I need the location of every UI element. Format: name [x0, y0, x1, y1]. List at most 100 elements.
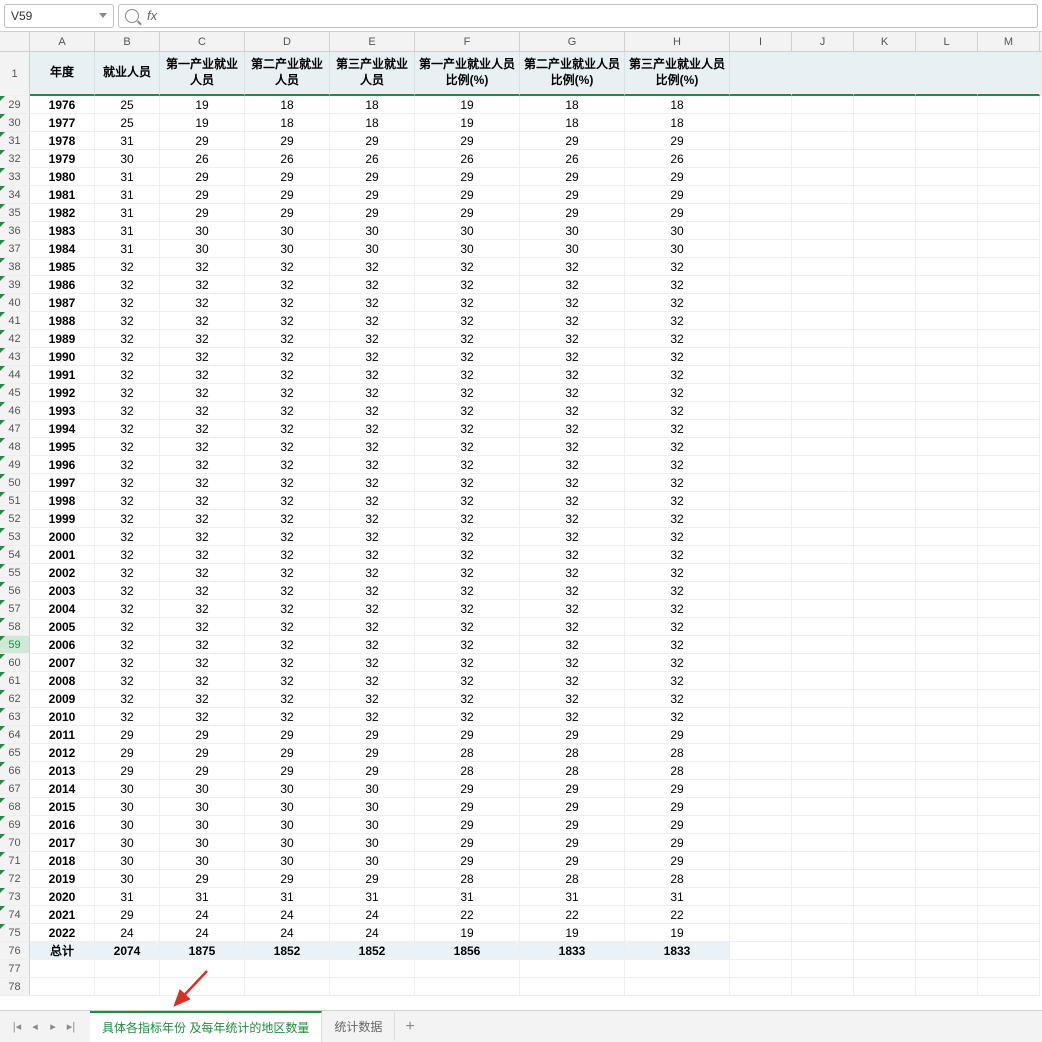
cell[interactable]: 32 — [330, 348, 415, 366]
cell[interactable]: 2021 — [30, 906, 95, 924]
cell[interactable]: 32 — [245, 258, 330, 276]
cell[interactable]: 32 — [160, 654, 245, 672]
cell[interactable]: 32 — [245, 654, 330, 672]
cell[interactable]: 32 — [330, 492, 415, 510]
cell[interactable]: 29 — [625, 834, 730, 852]
cell[interactable]: 29 — [330, 726, 415, 744]
cell[interactable]: 29 — [330, 870, 415, 888]
cell[interactable]: 28 — [625, 870, 730, 888]
cell[interactable]: 32 — [245, 438, 330, 456]
cell[interactable]: 25 — [95, 114, 160, 132]
cell[interactable]: 32 — [520, 618, 625, 636]
cell[interactable]: 29 — [330, 168, 415, 186]
cell[interactable]: 32 — [520, 636, 625, 654]
cell[interactable]: 32 — [160, 528, 245, 546]
row-header-75[interactable]: 75 — [0, 924, 30, 942]
cell[interactable]: 32 — [245, 366, 330, 384]
row-header-62[interactable]: 62 — [0, 690, 30, 708]
cell[interactable]: 2008 — [30, 672, 95, 690]
cell[interactable]: 32 — [245, 528, 330, 546]
cell[interactable]: 28 — [415, 762, 520, 780]
cell[interactable]: 29 — [415, 168, 520, 186]
cell[interactable]: 1990 — [30, 348, 95, 366]
cell[interactable]: 26 — [520, 150, 625, 168]
row-header-1[interactable]: 1 — [0, 52, 30, 96]
cell[interactable]: 30 — [95, 870, 160, 888]
cell[interactable]: 1985 — [30, 258, 95, 276]
column-header-L[interactable]: L — [916, 32, 978, 51]
cell[interactable]: 32 — [520, 582, 625, 600]
cell[interactable]: 32 — [160, 456, 245, 474]
cell[interactable]: 32 — [520, 510, 625, 528]
row-header-78[interactable]: 78 — [0, 978, 30, 996]
formula-input-box[interactable]: fx — [118, 4, 1038, 28]
cell[interactable]: 32 — [625, 276, 730, 294]
cell[interactable]: 30 — [95, 816, 160, 834]
cell[interactable]: 32 — [95, 636, 160, 654]
cell[interactable]: 29 — [160, 744, 245, 762]
cell[interactable]: 18 — [625, 114, 730, 132]
cell[interactable]: 2018 — [30, 852, 95, 870]
cell[interactable]: 30 — [245, 834, 330, 852]
cell[interactable]: 28 — [625, 744, 730, 762]
cell[interactable]: 32 — [625, 564, 730, 582]
cell[interactable]: 32 — [415, 636, 520, 654]
cell[interactable]: 30 — [330, 834, 415, 852]
cell[interactable]: 30 — [625, 240, 730, 258]
cell[interactable]: 32 — [245, 564, 330, 582]
cell[interactable]: 31 — [95, 168, 160, 186]
row-header-41[interactable]: 41 — [0, 312, 30, 330]
cell[interactable]: 19 — [415, 924, 520, 942]
cell[interactable]: 32 — [625, 492, 730, 510]
row-header-51[interactable]: 51 — [0, 492, 30, 510]
row-header-64[interactable]: 64 — [0, 726, 30, 744]
cell[interactable]: 32 — [415, 312, 520, 330]
cell[interactable]: 29 — [245, 204, 330, 222]
cell[interactable]: 32 — [415, 708, 520, 726]
cell[interactable]: 29 — [625, 132, 730, 150]
cell[interactable]: 29 — [415, 186, 520, 204]
cell[interactable]: 32 — [95, 582, 160, 600]
cell[interactable]: 18 — [330, 96, 415, 114]
cell[interactable]: 32 — [330, 600, 415, 618]
cell[interactable]: 24 — [330, 924, 415, 942]
cell[interactable]: 1979 — [30, 150, 95, 168]
cell[interactable]: 32 — [625, 294, 730, 312]
cell[interactable]: 31 — [520, 888, 625, 906]
cell[interactable]: 29 — [520, 834, 625, 852]
cell[interactable]: 29 — [160, 726, 245, 744]
row-header-56[interactable]: 56 — [0, 582, 30, 600]
cell[interactable]: 29 — [520, 798, 625, 816]
cell[interactable]: 32 — [245, 690, 330, 708]
cell[interactable]: 30 — [95, 780, 160, 798]
cell[interactable]: 32 — [95, 708, 160, 726]
cell[interactable]: 29 — [95, 744, 160, 762]
cell[interactable]: 32 — [245, 312, 330, 330]
cell[interactable]: 32 — [245, 474, 330, 492]
cell[interactable]: 32 — [330, 510, 415, 528]
row-header-35[interactable]: 35 — [0, 204, 30, 222]
cell[interactable]: 29 — [520, 726, 625, 744]
cell[interactable]: 32 — [160, 294, 245, 312]
cell[interactable]: 26 — [160, 150, 245, 168]
cell[interactable]: 32 — [520, 546, 625, 564]
row-header-32[interactable]: 32 — [0, 150, 30, 168]
tab-nav-last[interactable]: ▸| — [62, 1018, 80, 1036]
cell[interactable]: 31 — [95, 204, 160, 222]
row-header-49[interactable]: 49 — [0, 456, 30, 474]
cell[interactable]: 32 — [415, 276, 520, 294]
row-header-65[interactable]: 65 — [0, 744, 30, 762]
cell[interactable]: 32 — [330, 420, 415, 438]
cell[interactable]: 30 — [160, 834, 245, 852]
row-header-47[interactable]: 47 — [0, 420, 30, 438]
total-label[interactable]: 总计 — [30, 942, 95, 960]
cell[interactable]: 1991 — [30, 366, 95, 384]
cell[interactable]: 32 — [95, 402, 160, 420]
cell[interactable]: 29 — [520, 816, 625, 834]
cell[interactable]: 2000 — [30, 528, 95, 546]
cell[interactable]: 32 — [330, 294, 415, 312]
cell[interactable]: 1980 — [30, 168, 95, 186]
cell[interactable]: 32 — [95, 384, 160, 402]
cell[interactable]: 32 — [415, 438, 520, 456]
cell[interactable]: 32 — [520, 474, 625, 492]
